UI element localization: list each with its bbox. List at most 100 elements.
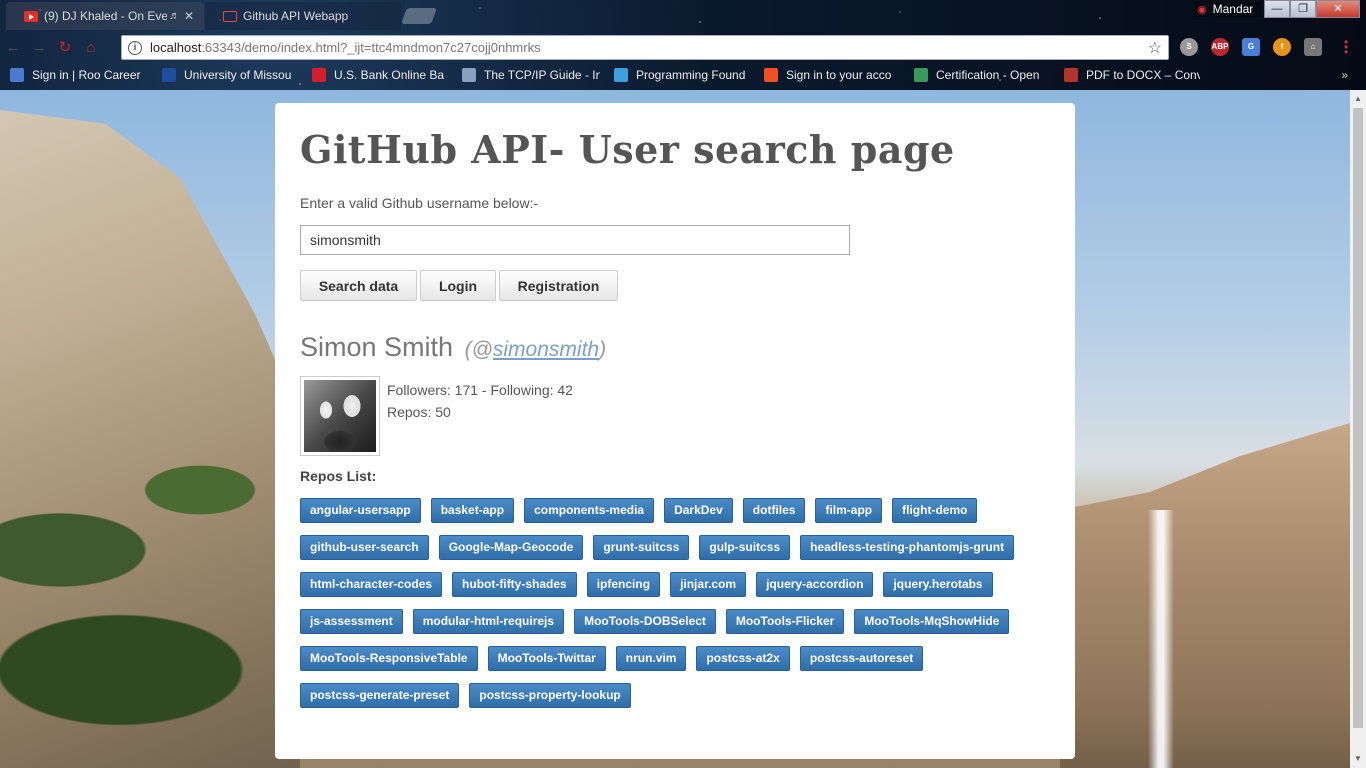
bookmark-label: Programming Found — [636, 68, 746, 82]
info-icon[interactable]: i — [128, 40, 142, 55]
forward-icon[interactable]: → — [26, 39, 52, 56]
registration-button[interactable]: Registration — [499, 270, 618, 301]
browser-toolbar: ← → ↻ ⌂ i localhost:63343/demo/index.htm… — [0, 32, 1366, 62]
back-icon[interactable]: ← — [0, 39, 26, 56]
search-panel: GitHub API- User search page Enter a val… — [275, 103, 1075, 759]
reload-icon[interactable]: ↻ — [52, 38, 78, 56]
repo-button[interactable]: jinjar.com — [670, 572, 747, 597]
page-scrollbar[interactable]: ▲ ▼ — [1350, 90, 1366, 768]
tab-youtube[interactable]: (9) DJ Khaled - On Eve ♬ ✕ — [6, 2, 204, 30]
bookmark-star-icon[interactable]: ☆ — [1148, 38, 1162, 58]
bookmark-label: PDF to DOCX – Conv — [1086, 68, 1200, 82]
url-path: :63343/demo/index.html?_ijt=ttc4mndmon7c… — [201, 40, 541, 55]
menu-icon[interactable]: • • • — [1344, 36, 1348, 58]
tab-github-api[interactable]: Github API Webapp — [205, 2, 401, 30]
bookmark-icon — [1064, 68, 1078, 82]
bookmark-item[interactable]: Programming Found — [614, 68, 750, 82]
followers-following: Followers: 171 - Following: 42 — [387, 382, 573, 398]
user-profile-link[interactable]: simonsmith — [493, 338, 599, 361]
bookmark-item[interactable]: PDF to DOCX – Conv — [1064, 68, 1200, 82]
search-data-button[interactable]: Search data — [300, 270, 417, 301]
scroll-up-icon[interactable]: ▲ — [1354, 94, 1362, 103]
minimize-icon[interactable]: — — [1264, 0, 1290, 18]
window-controls: — ❐ ✕ — [1264, 0, 1360, 18]
repo-list: angular-usersapp basket-app components-med… — [300, 498, 1040, 708]
bookmark-item[interactable]: University of Missou — [162, 68, 298, 82]
bookmarks-overflow-icon[interactable]: » — [1341, 68, 1348, 82]
repo-button[interactable]: film-app — [815, 498, 883, 523]
new-tab-button[interactable] — [401, 8, 437, 24]
repo-button[interactable]: postcss-autoreset — [799, 646, 924, 671]
repo-button[interactable]: js-assessment — [300, 609, 403, 634]
url-host: localhost — [150, 40, 202, 55]
user-handle: (@simonsmith) — [465, 338, 607, 361]
repos-count: Repos: 50 — [387, 404, 451, 420]
repo-button[interactable]: dotfiles — [742, 498, 806, 523]
home-icon[interactable]: ⌂ — [78, 39, 104, 56]
repo-button[interactable]: gulp-suitcss — [699, 535, 791, 560]
login-button[interactable]: Login — [420, 270, 496, 301]
bookmark-icon — [764, 68, 778, 82]
restore-icon[interactable]: ❐ — [1290, 0, 1316, 18]
repo-button[interactable]: basket-app — [430, 498, 515, 523]
adblock-icon[interactable]: ABP — [1211, 38, 1229, 56]
repo-button[interactable]: Google-Map-Geocode — [438, 535, 584, 560]
avatar — [300, 376, 380, 456]
address-bar[interactable]: i localhost:63343/demo/index.html?_ijt=t… — [121, 35, 1169, 60]
flash-extension-icon[interactable]: f — [1273, 38, 1291, 56]
handle-prefix: (@ — [464, 338, 493, 361]
repo-button[interactable]: angular-usersapp — [300, 498, 421, 523]
repo-button[interactable]: MooTools-MqShowHide — [854, 609, 1010, 634]
bookmark-item[interactable]: Sign in to your acco — [764, 68, 900, 82]
bookmark-item[interactable]: U.S. Bank Online Ba — [312, 68, 448, 82]
speaker-icon[interactable]: ♬ — [169, 10, 180, 22]
bookmark-label: University of Missou — [184, 68, 292, 82]
repo-button[interactable]: nrun.vim — [615, 646, 687, 671]
repo-button[interactable]: jquery-accordion — [756, 572, 874, 597]
page-title: GitHub API- User search page — [300, 127, 955, 172]
scrollbar-thumb[interactable] — [1353, 108, 1363, 728]
repo-button[interactable]: hubot-fifty-shades — [452, 572, 577, 597]
repo-button[interactable]: modular-html-requirejs — [412, 609, 565, 634]
bookmarks-bar: Sign in | Roo Career University of Misso… — [0, 63, 1366, 87]
repo-button[interactable]: flight-demo — [892, 498, 978, 523]
bookmark-item[interactable]: Sign in | Roo Career — [10, 68, 148, 82]
profile-button[interactable]: ◉ Mandar — [1193, 1, 1262, 17]
user-stats: Followers: 171 - Following: 42 Repos: 50 — [387, 379, 573, 423]
repo-button[interactable]: MooTools-Twittar — [487, 646, 606, 671]
browser-chrome: (9) DJ Khaled - On Eve ♬ ✕ Github API We… — [0, 0, 1366, 90]
user-heading: Simon Smith (@simonsmith) — [300, 332, 606, 363]
repo-button[interactable]: postcss-at2x — [696, 646, 790, 671]
close-tab-icon[interactable]: ✕ — [184, 9, 194, 23]
repo-button[interactable]: github-user-search — [300, 535, 429, 560]
repo-button[interactable]: MooTools-ResponsiveTable — [300, 646, 478, 671]
youtube-icon — [24, 10, 38, 22]
bookmark-item[interactable]: Certification - Open — [914, 68, 1050, 82]
avatar-image — [304, 380, 376, 452]
translate-icon[interactable]: G — [1242, 38, 1260, 56]
repo-button[interactable]: jquery.herotabs — [883, 572, 993, 597]
handle-suffix: ) — [599, 338, 607, 361]
repo-button[interactable]: html-character-codes — [300, 572, 443, 597]
document-icon — [223, 10, 237, 22]
scroll-down-icon[interactable]: ▼ — [1354, 754, 1362, 763]
repo-button[interactable]: headless-testing-phantomjs-grunt — [800, 535, 1015, 560]
close-window-icon[interactable]: ✕ — [1316, 0, 1360, 18]
bookmark-label: Sign in to your acco — [786, 68, 892, 82]
repo-button[interactable]: postcss-property-lookup — [469, 683, 631, 708]
repo-button[interactable]: components-media — [524, 498, 655, 523]
tab-title: Github API Webapp — [243, 9, 349, 23]
repo-button[interactable]: grunt-suitcss — [593, 535, 690, 560]
repo-button[interactable]: postcss-generate-preset — [300, 683, 460, 708]
username-input[interactable] — [300, 225, 850, 255]
repo-button[interactable]: MooTools-DOBSelect — [574, 609, 716, 634]
background-waterfall — [1148, 510, 1174, 768]
repo-button[interactable]: DarkDev — [664, 498, 733, 523]
user-full-name: Simon Smith — [300, 332, 454, 362]
repo-button[interactable]: ipfencing — [586, 572, 661, 597]
background-cliff-right — [1060, 420, 1350, 768]
bookmark-item[interactable]: The TCP/IP Guide - In — [462, 68, 600, 82]
repo-button[interactable]: MooTools-Flicker — [725, 609, 845, 634]
skype-extension-icon[interactable]: S — [1180, 38, 1198, 56]
extension-icon[interactable]: ⌂ — [1304, 38, 1322, 56]
